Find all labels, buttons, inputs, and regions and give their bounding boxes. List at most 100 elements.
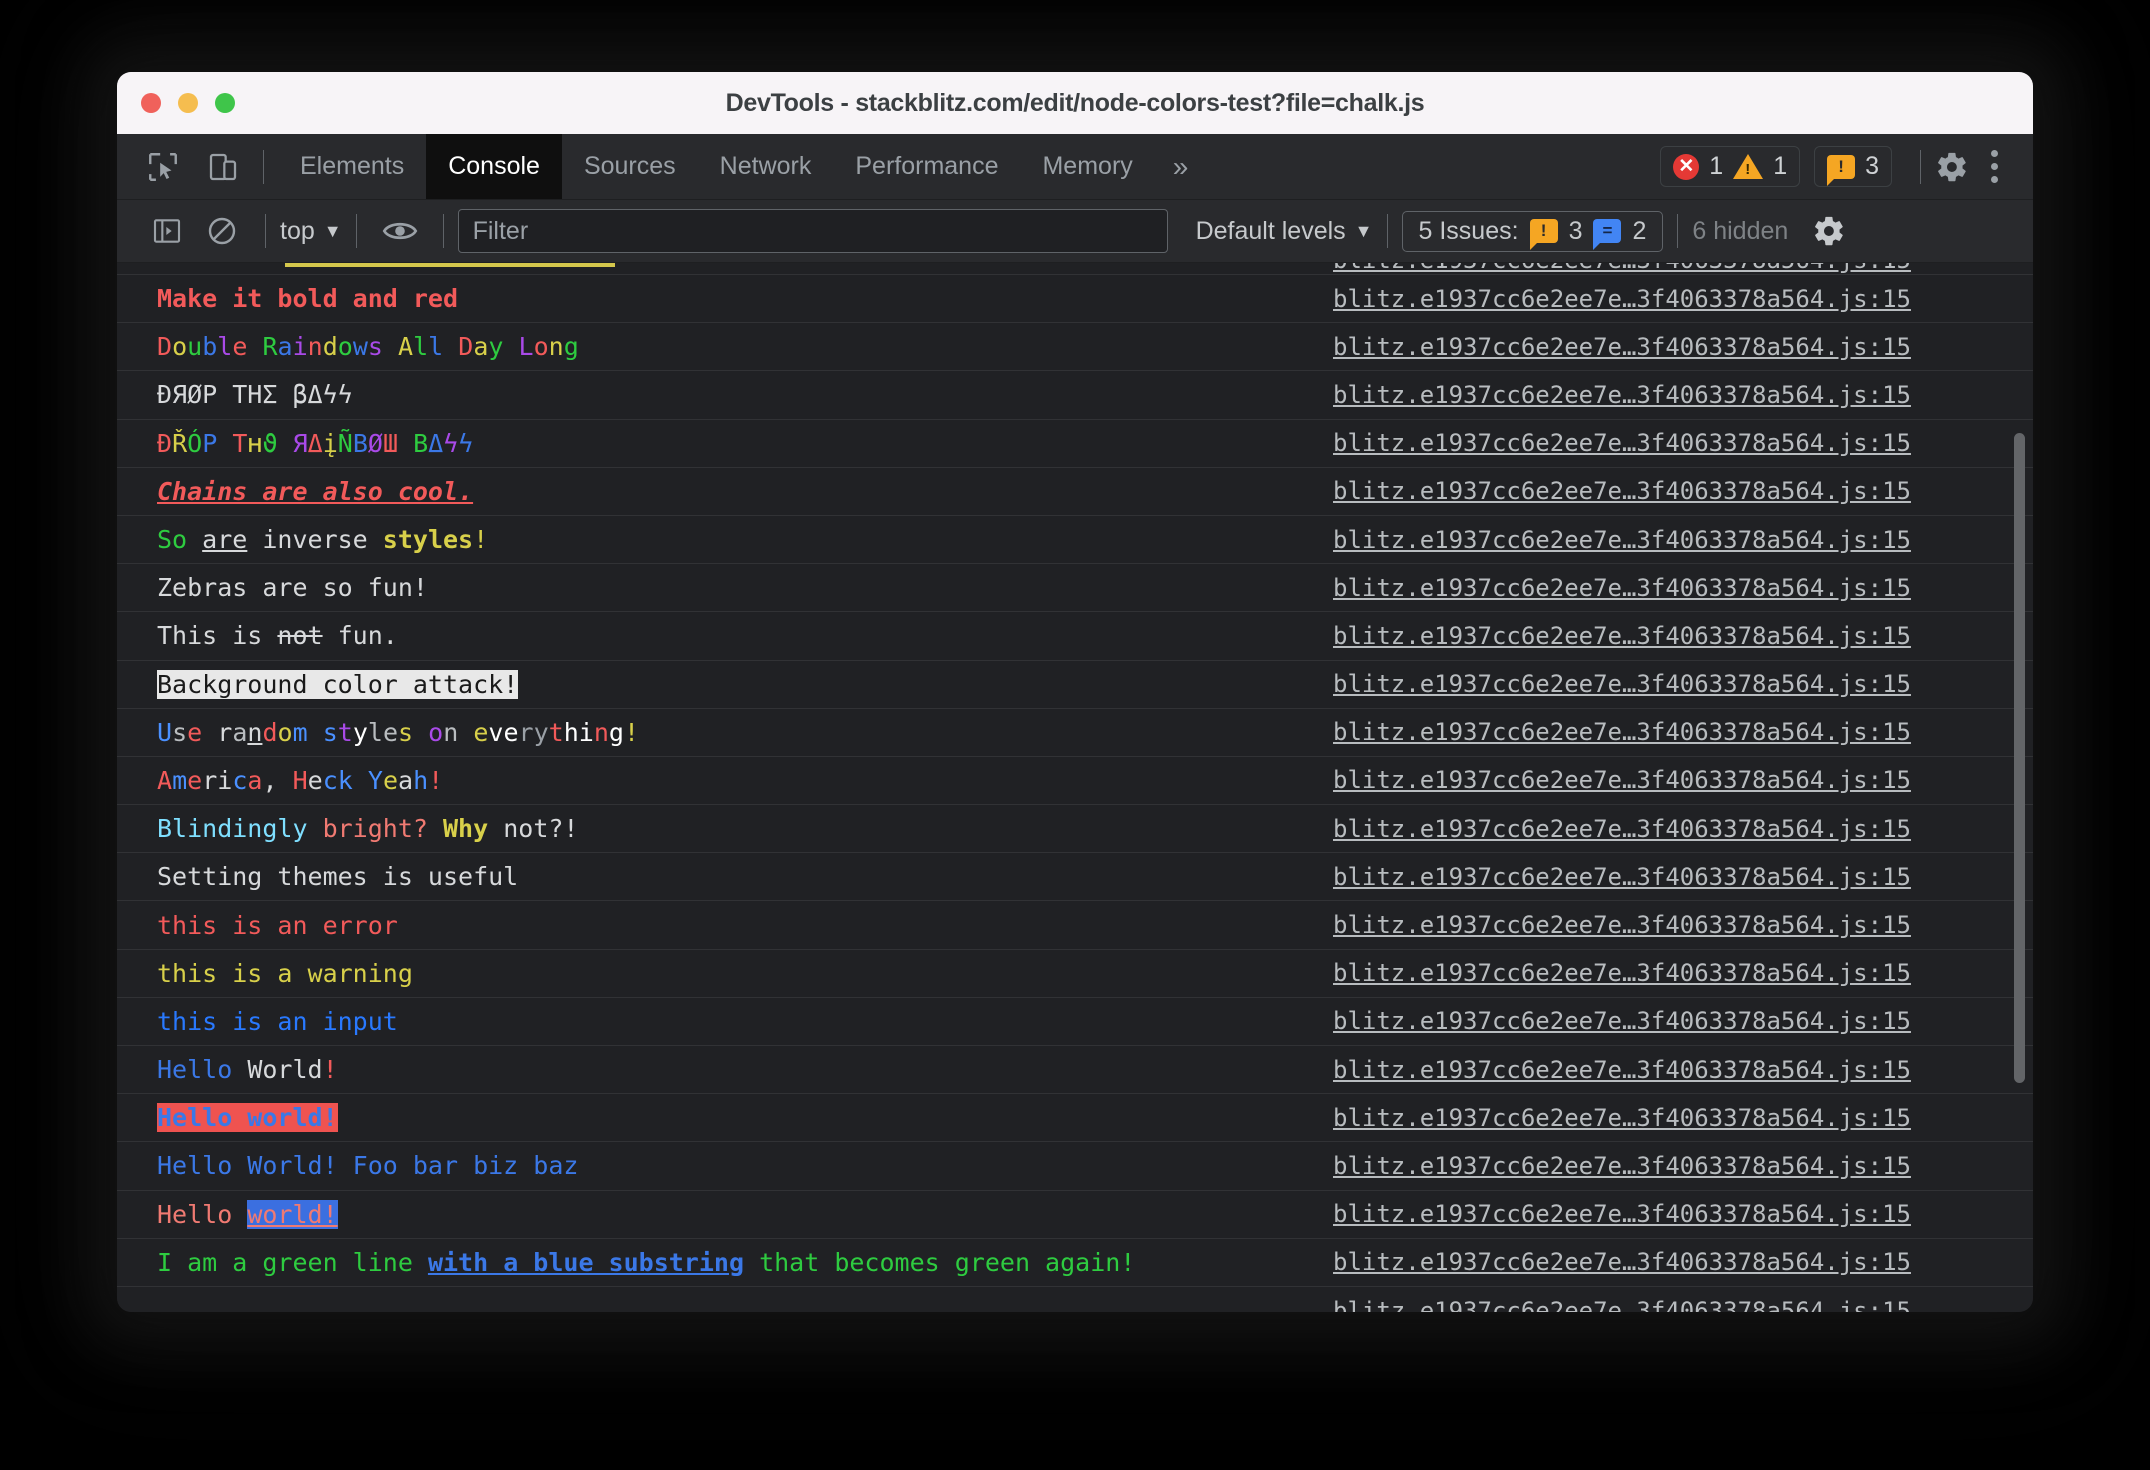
console-text-run (353, 766, 368, 795)
console-text-run (308, 814, 323, 843)
console-source-link[interactable]: blitz.e1937cc6e2ee7e…3f4063378a564.js:15 (1333, 429, 2033, 457)
console-message-text: Blindingly bright? Why not?! (157, 814, 1333, 843)
console-message-row[interactable]: this is an input blitz.e1937cc6e2ee7e…3f4… (117, 998, 2033, 1046)
issues-badge-group[interactable]: ! 3 (1814, 146, 1892, 187)
console-source-link[interactable]: blitz.e1937cc6e2ee7e…3f4063378a564.js:15 (1333, 622, 2033, 650)
console-settings-gear-icon[interactable] (1812, 214, 1846, 248)
console-text-run: r (518, 717, 534, 747)
console-source-link[interactable]: blitz.e1937cc6e2ee7e…3f4063378a564.js:15 (1333, 766, 2033, 794)
console-source-link[interactable]: blitz.e1937cc6e2ee7e…3f4063378a564.js:15 (1333, 1152, 2033, 1180)
console-message-row[interactable]: Setting themes is useful blitz.e1937cc6e2… (117, 853, 2033, 902)
console-text-run: t (548, 717, 564, 747)
console-message-row[interactable]: This is not fun. blitz.e1937cc6e2ee7e…3f4… (117, 612, 2033, 661)
live-expression-eye-icon[interactable] (371, 200, 429, 262)
console-text-run: Ó (187, 428, 203, 458)
console-source-link[interactable]: blitz.e1937cc6e2ee7e…3f4063378a564.js:15 (1333, 1056, 2033, 1084)
console-source-link[interactable]: blitz.e1937cc6e2ee7e…3f4063378a564.js:15 (1333, 1104, 2033, 1132)
console-source-link[interactable]: blitz.e1937cc6e2ee7e…3f4063378a564.js:15 (1333, 670, 2033, 698)
console-text-run: world! (247, 1199, 338, 1229)
console-source-link[interactable]: blitz.e1937cc6e2ee7e…3f4063378a564.js:15 (1333, 1297, 2033, 1312)
console-sidebar-icon[interactable] (141, 200, 193, 262)
console-text-run (232, 1200, 247, 1229)
console-source-link[interactable]: blitz.e1937cc6e2ee7e…3f4063378a564.js:15 (1333, 333, 2033, 361)
console-text-run: i (292, 332, 308, 362)
error-warning-badge-group[interactable]: ✕ 1 1 (1660, 146, 1801, 187)
gear-icon[interactable] (1935, 150, 1969, 184)
console-text-run: y (488, 332, 504, 362)
console-message-text: Hello world! (157, 1199, 1333, 1229)
console-source-link[interactable]: blitz.e1937cc6e2ee7e…3f4063378a564.js:15 (1333, 815, 2033, 843)
console-message-list[interactable]: blitz.e1937cc6e2ee7e…3f4063378a564.js:15… (117, 263, 2033, 1312)
console-text-run: i (217, 765, 233, 795)
more-tabs-button[interactable]: » (1155, 134, 1207, 199)
device-toolbar-icon[interactable] (197, 141, 249, 193)
console-message-row[interactable]: Use random styles on everything! blitz.e1… (117, 709, 2033, 757)
console-message-row[interactable]: I am a green line with a blue substring … (117, 1239, 2033, 1287)
console-text-run: b (202, 332, 218, 362)
console-source-link[interactable]: blitz.e1937cc6e2ee7e…3f4063378a564.js:15 (1333, 574, 2033, 602)
console-source-link[interactable]: blitz.e1937cc6e2ee7e…3f4063378a564.js:15 (1333, 526, 2033, 554)
console-message-row[interactable]: ÐŘÓP Tʜϑ ЯΔįÑВØШ ВΔϟϟ blitz.e1937cc6e2ee7… (117, 420, 2033, 468)
filter-input[interactable] (457, 209, 1168, 253)
console-message-row[interactable]: blitz.e1937cc6e2ee7e…3f4063378a564.js:15 (117, 1287, 2033, 1312)
console-message-row[interactable]: America, Heck Yeah! blitz.e1937cc6e2ee7e…… (117, 757, 2033, 806)
tab-elements[interactable]: Elements (278, 134, 426, 199)
console-scrollbar-thumb[interactable] (2014, 433, 2025, 1083)
console-source-link[interactable]: blitz.e1937cc6e2ee7e…3f4063378a564.js:15 (1333, 911, 2033, 939)
console-message-row[interactable]: Background color attack! blitz.e1937cc6e2… (117, 661, 2033, 709)
tab-network[interactable]: Network (698, 134, 834, 199)
console-source-link[interactable]: blitz.e1937cc6e2ee7e…3f4063378a564.js:15 (1333, 718, 2033, 746)
console-text-run: Δ (307, 428, 323, 458)
issues-summary-button[interactable]: 5 Issues: ! 3 = 2 (1401, 210, 1664, 252)
console-text-run: e (307, 765, 323, 795)
console-message-text: this is a warning (157, 959, 1333, 988)
console-text-run: Δ (428, 428, 444, 458)
console-text-run: Why (443, 814, 489, 844)
console-scrollbar[interactable] (2013, 263, 2027, 1312)
console-message-row[interactable]: Hello World! Foo bar biz baz blitz.e1937c… (117, 1142, 2033, 1191)
console-text-run: styles (382, 525, 474, 555)
console-message-row[interactable]: Hello world! blitz.e1937cc6e2ee7e…3f40633… (117, 1094, 2033, 1143)
inspect-element-icon[interactable] (137, 141, 189, 193)
console-message-row[interactable]: Make it bold and red blitz.e1937cc6e2ee7e… (117, 275, 2033, 324)
tab-performance[interactable]: Performance (833, 134, 1020, 199)
console-message-row[interactable]: Chains are also cool. blitz.e1937cc6e2ee7… (117, 468, 2033, 516)
console-source-link[interactable]: blitz.e1937cc6e2ee7e…3f4063378a564.js:15 (1333, 959, 2033, 987)
kebab-menu-icon[interactable] (1977, 150, 2011, 183)
tab-memory[interactable]: Memory (1020, 134, 1154, 199)
tab-console[interactable]: Console (426, 134, 562, 199)
console-text-run: Zebras are so fun! (157, 573, 428, 603)
console-message-row[interactable]: Double Raindows All Day Long blitz.e1937c… (117, 323, 2033, 372)
console-message-row[interactable]: Hello world! blitz.e1937cc6e2ee7e…3f40633… (117, 1191, 2033, 1239)
issues-blue-count: 2 (1632, 216, 1647, 245)
console-message-row[interactable]: ÐЯØP THΣ βΔϟϟ blitz.e1937cc6e2ee7e…3f4063… (117, 371, 2033, 420)
console-source-link[interactable]: blitz.e1937cc6e2ee7e…3f4063378a564.js:15 (1333, 1007, 2033, 1035)
console-message-text: Background color attack! (157, 669, 1333, 699)
console-text-run: inverse (247, 525, 383, 555)
console-message-row[interactable]: this is an error blitz.e1937cc6e2ee7e…3f4… (117, 901, 2033, 950)
console-source-link[interactable]: blitz.e1937cc6e2ee7e…3f4063378a564.js:15 (1333, 263, 2033, 274)
log-levels-selector[interactable]: Default levels ▼ (1196, 200, 1373, 262)
console-text-run: w (352, 332, 368, 362)
console-source-link[interactable]: blitz.e1937cc6e2ee7e…3f4063378a564.js:15 (1333, 381, 2033, 409)
console-source-link[interactable]: blitz.e1937cc6e2ee7e…3f4063378a564.js:15 (1333, 477, 2033, 505)
console-message-row[interactable]: this is a warning blitz.e1937cc6e2ee7e…3f… (117, 950, 2033, 998)
console-source-link[interactable]: blitz.e1937cc6e2ee7e…3f4063378a564.js:15 (1333, 863, 2033, 891)
console-message-row[interactable]: Blindingly bright? Why not?! blitz.e1937c… (117, 805, 2033, 854)
tab-sources[interactable]: Sources (562, 134, 698, 199)
console-text-run: Setting themes is useful (157, 862, 519, 892)
console-source-link[interactable]: blitz.e1937cc6e2ee7e…3f4063378a564.js:15 (1333, 1200, 2033, 1228)
console-message-row[interactable]: So are inverse styles! blitz.e1937cc6e2ee… (117, 516, 2033, 565)
clear-console-icon[interactable] (193, 200, 251, 262)
execution-context-selector[interactable]: top ▼ (280, 200, 342, 262)
window-title-bar: DevTools - stackblitz.com/edit/node-colo… (117, 72, 2033, 134)
console-source-link[interactable]: blitz.e1937cc6e2ee7e…3f4063378a564.js:15 (1333, 1248, 2033, 1276)
console-source-link[interactable]: blitz.e1937cc6e2ee7e…3f4063378a564.js:15 (1333, 285, 2033, 313)
console-text-run: e (382, 717, 398, 747)
console-message-row[interactable]: blitz.e1937cc6e2ee7e…3f4063378a564.js:15 (117, 263, 2033, 275)
console-text-run: Ø (367, 428, 383, 458)
console-message-row[interactable]: Hello World! blitz.e1937cc6e2ee7e…3f40633… (117, 1046, 2033, 1095)
console-text-run (413, 718, 428, 747)
console-text-run: Background color attack! (157, 669, 519, 699)
console-message-row[interactable]: Zebras are so fun! blitz.e1937cc6e2ee7e…3… (117, 564, 2033, 613)
